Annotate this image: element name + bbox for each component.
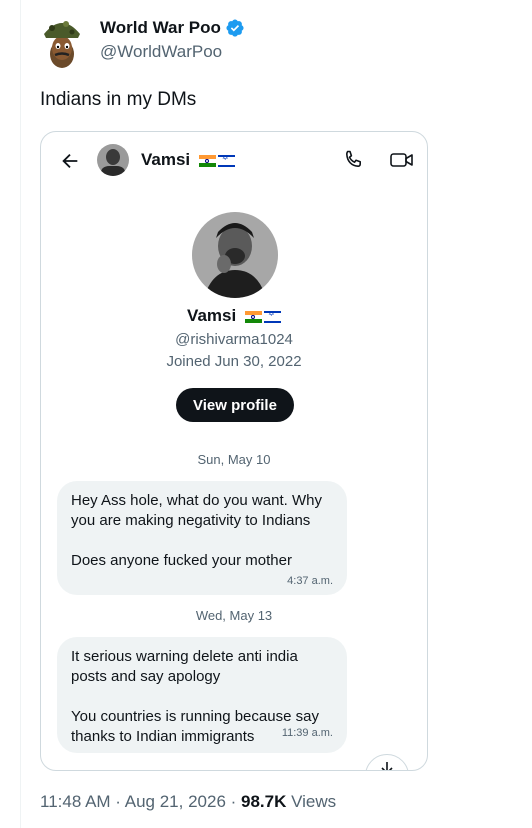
dm-contact-avatar: [97, 144, 129, 176]
message-line: Hey Ass hole, what do you want. Why: [71, 492, 322, 509]
tweet-date[interactable]: Aug 21, 2026: [125, 792, 226, 811]
india-flag-icon: [198, 154, 216, 167]
message-time: 11:39 a.m.: [281, 727, 333, 739]
message-time: 4:37 a.m.: [287, 575, 333, 587]
tweet-media-image[interactable]: Vamsi Vamsi @rish: [40, 131, 428, 771]
dm-header-name: Vamsi: [141, 150, 191, 169]
israel-flag-icon: [217, 154, 235, 167]
date-separator: Sun, May 10: [197, 452, 271, 467]
message-bubble: Hey Ass hole, what do you want. Why you …: [57, 481, 347, 595]
author-handle[interactable]: @WorldWarPoo: [100, 42, 245, 62]
message-bubble: It serious warning delete anti india pos…: [57, 637, 347, 753]
israel-flag-icon: [263, 310, 281, 323]
meta-separator: ·: [225, 792, 242, 811]
message-line: It serious warning delete anti india: [71, 648, 298, 665]
dm-profile-handle: @rishivarma1024: [175, 331, 293, 348]
dm-header: Vamsi: [41, 132, 427, 188]
verified-badge-icon[interactable]: [225, 18, 245, 38]
dm-contact-name: Vamsi: [141, 150, 235, 170]
cartoon-soldier-avatar-icon: [44, 21, 80, 68]
view-profile-button: View profile: [176, 388, 294, 422]
profile-name-text: Vamsi: [187, 306, 237, 325]
date-separator: Wed, May 13: [195, 608, 273, 623]
author-avatar[interactable]: [40, 14, 84, 72]
message-line: you are making negativity to Indians: [71, 512, 311, 529]
tweet-text: Indians in my DMs: [40, 89, 197, 110]
author-display-name[interactable]: World War Poo: [100, 18, 221, 38]
india-flag-icon: [244, 310, 262, 323]
meta-separator: ·: [110, 792, 125, 811]
message-line: posts and say apology: [71, 668, 221, 685]
arrow-left-icon: [62, 153, 78, 169]
tweet-author[interactable]: World War Poo @WorldWarPoo: [100, 18, 245, 62]
dm-profile-joined: Joined Jun 30, 2022: [166, 353, 302, 370]
flag-group: [198, 154, 235, 167]
message-line: Does anyone fucked your mother: [71, 552, 292, 569]
views-label[interactable]: Views: [291, 792, 336, 811]
views-count[interactable]: 98.7K: [241, 792, 286, 811]
dm-profile-photo: [192, 212, 278, 298]
phone-icon: [345, 150, 361, 167]
tweet-metadata: 11:48 AM · Aug 21, 2026 · 98.7K Views: [40, 792, 336, 812]
flag-group: [244, 310, 281, 323]
scroll-down-button: [365, 754, 409, 770]
tweet-time[interactable]: 11:48 AM: [40, 792, 111, 811]
video-camera-icon: [390, 153, 413, 167]
dm-profile-name: Vamsi: [41, 306, 427, 326]
arrow-down-icon: [381, 762, 393, 770]
timeline-divider: [20, 0, 21, 828]
